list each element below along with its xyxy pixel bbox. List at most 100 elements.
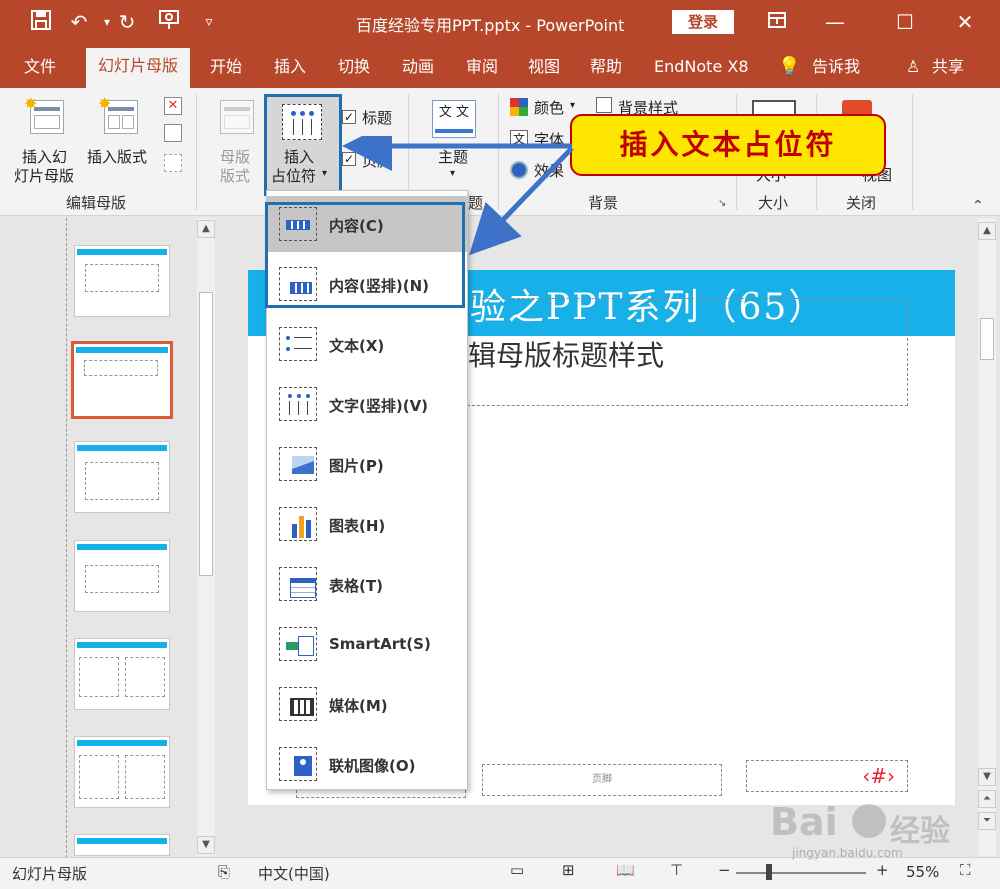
menu-item-smartart[interactable]: SmartArt(S) [267,616,467,672]
slide-thumbnail[interactable] [74,441,170,513]
tab-animations[interactable]: 动画 [402,54,434,80]
footer-placeholder[interactable]: 页脚 [482,764,722,796]
menu-item-label: 文本(X) [329,337,385,355]
scroll-down-icon[interactable]: ▼ [197,836,215,854]
slide-thumbnail[interactable] [74,834,170,856]
menu-item-text-vertical[interactable]: 文字(竖排)(V) [267,376,467,432]
start-slideshow-icon[interactable] [156,9,182,35]
slide-sorter-icon[interactable]: ⊞ [562,861,575,879]
slide-thumbnail[interactable] [74,540,170,612]
share-button[interactable]: 共享 [932,54,964,80]
slide-thumbnail-selected[interactable] [71,341,173,419]
slideshow-view-icon[interactable]: ⊤ [670,861,683,879]
colors-icon [510,98,528,116]
group-label-edit-master: 编辑母版 [66,194,127,212]
insert-placeholder-label-1: 插入 [284,148,315,166]
media-icon [279,687,317,721]
redo-icon[interactable]: ↻ [114,9,140,35]
thumbnail-scroll-thumb[interactable] [199,292,213,576]
lightbulb-icon[interactable]: 💡 [778,54,800,80]
title-checkbox[interactable]: ✓ [342,110,356,124]
text-vertical-icon [279,387,317,421]
previous-slide-icon[interactable]: ⏶ [978,790,996,808]
scroll-up-icon[interactable]: ▲ [197,220,215,238]
slide-thumbnail[interactable] [74,638,170,710]
watermark-brand-2: 经验 [890,814,950,849]
view-name: 幻灯片母版 [12,865,88,883]
scroll-up-icon[interactable]: ▲ [978,222,996,240]
menu-item-picture[interactable]: 图片(P) [267,436,467,492]
group-label-size: 大小 [758,194,789,212]
colors-button[interactable]: 颜色 [534,97,564,118]
tab-review[interactable]: 审阅 [466,54,498,80]
language-indicator[interactable]: 中文(中国) [258,863,330,884]
next-slide-icon[interactable]: ⏷ [978,812,996,830]
slide-scroll-thumb[interactable] [980,318,994,360]
menu-item-media[interactable]: 媒体(M) [267,676,467,732]
tab-insert[interactable]: 插入 [274,54,306,80]
tab-home[interactable]: 开始 [210,54,242,80]
dropdown-arrow-icon: ▾ [570,100,576,111]
zoom-slider[interactable] [736,872,866,874]
rename-icon[interactable] [164,124,182,142]
background-styles-icon [596,97,612,113]
tab-slide-master[interactable]: 幻灯片母版 [86,48,191,88]
tab-endnote[interactable]: EndNote X8 [654,54,749,80]
normal-view-icon[interactable]: ▭ [510,861,524,879]
title-checkbox-label: 标题 [362,109,393,127]
menu-item-table[interactable]: 表格(T) [267,556,467,612]
smartart-icon [279,627,317,661]
dialog-launcher-icon[interactable]: ↘ [718,198,726,209]
menu-item-label: 媒体(M) [329,697,388,715]
tab-view[interactable]: 视图 [528,54,560,80]
slide-thumbnail[interactable] [74,245,170,317]
tell-me-box[interactable]: 告诉我 [812,54,860,80]
slide-number-placeholder[interactable]: ‹#› [746,760,908,792]
preserve-icon[interactable] [164,154,182,172]
reading-view-icon[interactable]: 📖 [616,861,635,879]
master-layout-label-1[interactable]: 母版 [220,146,250,167]
collapse-ribbon-icon[interactable]: ⌃ [972,198,984,214]
login-button[interactable]: 登录 [672,10,734,34]
zoom-out-icon[interactable]: − [718,861,731,879]
menu-item-label: 文字(竖排)(V) [329,397,429,415]
text-icon [279,327,317,361]
scroll-down-icon[interactable]: ▼ [978,768,996,786]
menu-item-text[interactable]: 文本(X) [267,316,467,372]
tab-file[interactable]: 文件 [24,54,56,80]
thumbnail-guide-line [66,218,67,858]
theme-icon[interactable]: 文 文 [432,100,476,138]
save-icon[interactable] [28,9,54,35]
close-window-icon[interactable]: ✕ [950,8,980,36]
dropdown-arrow-icon: ▾ [322,168,328,179]
master-title-text: 辑母版标题样式 [468,339,665,372]
customize-qat-icon[interactable]: ▿ [196,9,222,35]
zoom-slider-thumb[interactable] [766,864,772,880]
insert-placeholder-icon [282,104,322,140]
undo-icon[interactable]: ↶ [66,9,92,35]
accessibility-icon[interactable]: ⎘ [218,863,230,881]
tab-transitions[interactable]: 切换 [338,54,370,80]
online-image-icon [279,747,317,781]
ribbon-display-options-icon[interactable] [762,8,792,36]
sparkle-icon: ✸ [98,94,112,113]
insert-slide-master-label-2[interactable]: 灯片母版 [14,165,74,186]
user-icon[interactable]: ♙ [906,54,920,80]
zoom-in-icon[interactable]: + [876,861,889,879]
maximize-icon[interactable]: ☐ [890,8,920,36]
menu-item-chart[interactable]: 图表(H) [267,496,467,552]
annotation-callout: 插入文本占位符 [570,114,886,176]
delete-slide-icon[interactable]: ✕ [164,97,182,115]
zoom-level[interactable]: 55% [906,863,939,881]
insert-slide-master-label-1[interactable]: 插入幻 [22,146,67,167]
fit-slide-icon[interactable]: ⛶ [960,861,971,879]
insert-layout-button[interactable]: 插入版式 [87,146,147,167]
tab-help[interactable]: 帮助 [590,54,622,80]
watermark-paw-icon [852,804,886,838]
slide-scrollbar[interactable] [978,218,996,856]
slide-thumbnail[interactable] [74,736,170,808]
minimize-icon[interactable]: — [820,8,850,36]
master-layout-label-2[interactable]: 版式 [220,165,250,186]
menu-item-label: SmartArt(S) [329,635,431,653]
menu-item-online-image[interactable]: 联机图像(O) [267,736,467,792]
